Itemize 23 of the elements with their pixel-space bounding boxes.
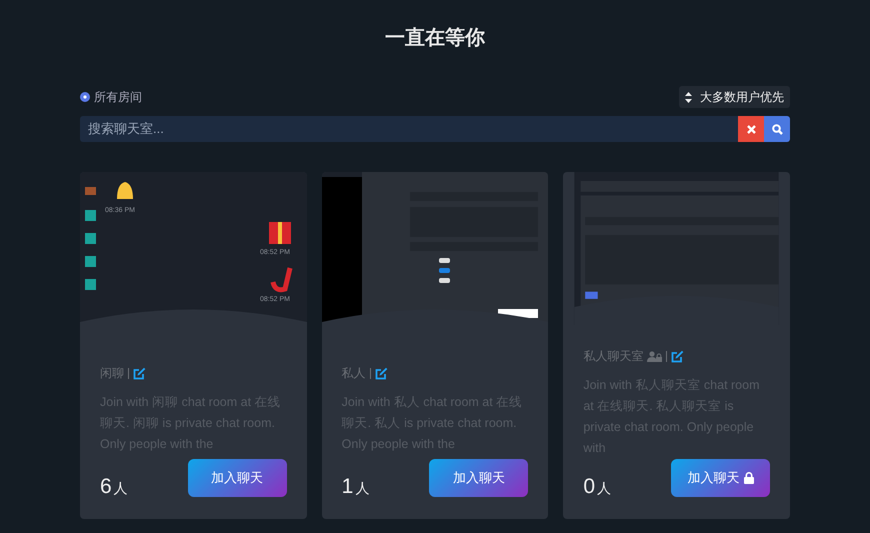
close-icon — [746, 124, 756, 134]
room-filter-radio[interactable]: 所有房间 — [80, 88, 142, 106]
edit-icon[interactable] — [671, 350, 684, 362]
sort-button[interactable]: 大多数用户优先 — [679, 86, 790, 108]
member-count: 1 人 — [342, 476, 370, 497]
edit-icon[interactable] — [133, 366, 146, 380]
room-name: 私人聊天室 — [583, 348, 644, 365]
gift-icon — [269, 222, 291, 244]
member-count: 0人 — [583, 476, 612, 497]
join-chat-button[interactable]: 加入聊天 — [429, 459, 528, 497]
edit-icon[interactable] — [374, 366, 388, 380]
join-chat-button[interactable]: 加入聊天 — [671, 459, 770, 497]
room-name: 闲聊 — [100, 365, 124, 382]
search-icon — [772, 124, 782, 134]
search-button[interactable] — [764, 116, 790, 142]
candy-cane-icon — [270, 267, 292, 292]
member-count: 6人 — [100, 476, 128, 497]
join-chat-button[interactable]: 加入聊天 — [188, 459, 287, 497]
page-title: 一直在等你 — [384, 26, 486, 50]
clear-button[interactable] — [738, 116, 764, 142]
sort-icon — [685, 92, 692, 102]
search-field[interactable]: 搜索聊天室... — [80, 116, 738, 142]
room-name: 私人 — [342, 365, 366, 382]
